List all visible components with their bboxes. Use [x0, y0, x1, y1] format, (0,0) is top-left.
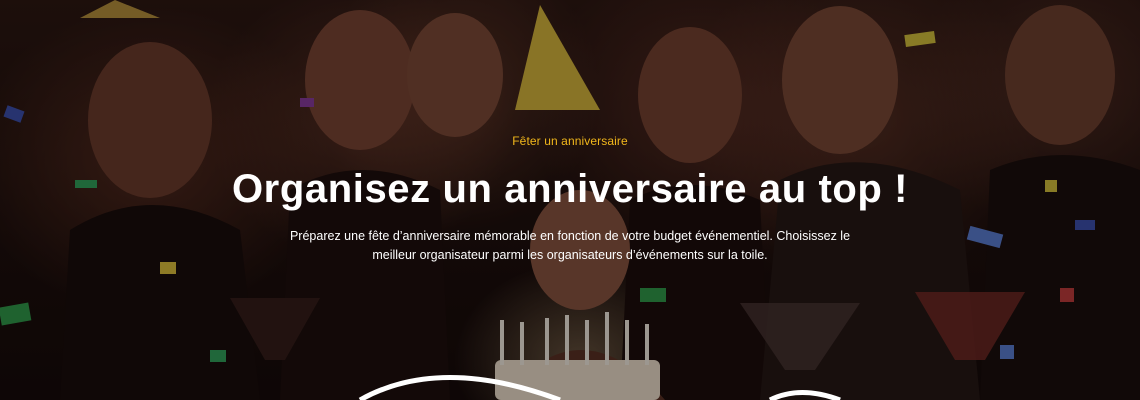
hero-content: Fêter un anniversaire Organisez un anniv… — [0, 132, 1140, 265]
hero-subtitle: Préparez une fête d’anniversaire mémorab… — [289, 229, 851, 262]
hero-banner: Fêter un anniversaire Organisez un anniv… — [0, 0, 1140, 400]
hero-title: Organisez un anniversaire au top ! — [231, 167, 909, 211]
wave-divider — [358, 375, 841, 400]
hero-eyebrow: Fêter un anniversaire — [512, 134, 628, 148]
